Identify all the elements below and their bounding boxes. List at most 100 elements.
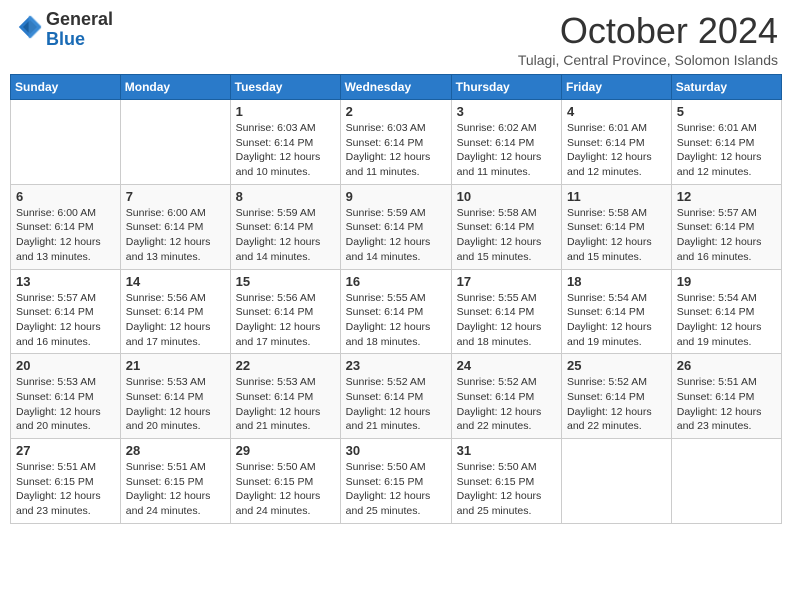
calendar-cell: 22 Sunrise: 5:53 AM Sunset: 6:14 PM Dayli…	[230, 354, 340, 439]
calendar-cell: 28 Sunrise: 5:51 AM Sunset: 6:15 PM Dayli…	[120, 439, 230, 524]
day-info: Sunrise: 5:57 AM Sunset: 6:14 PM Dayligh…	[16, 291, 115, 350]
day-info: Sunrise: 5:59 AM Sunset: 6:14 PM Dayligh…	[346, 206, 446, 265]
day-number: 29	[236, 443, 335, 458]
logo: General Blue	[14, 10, 113, 50]
calendar-cell	[562, 439, 672, 524]
day-number: 5	[677, 104, 776, 119]
calendar-cell: 30 Sunrise: 5:50 AM Sunset: 6:15 PM Dayli…	[340, 439, 451, 524]
day-info: Sunrise: 5:51 AM Sunset: 6:14 PM Dayligh…	[677, 375, 776, 434]
day-info: Sunrise: 6:03 AM Sunset: 6:14 PM Dayligh…	[236, 121, 335, 180]
calendar-cell	[120, 100, 230, 185]
day-of-week-header: Wednesday	[340, 75, 451, 100]
day-number: 16	[346, 274, 446, 289]
day-number: 20	[16, 358, 115, 373]
day-number: 10	[457, 189, 556, 204]
day-number: 13	[16, 274, 115, 289]
day-info: Sunrise: 5:51 AM Sunset: 6:15 PM Dayligh…	[126, 460, 225, 519]
day-info: Sunrise: 5:53 AM Sunset: 6:14 PM Dayligh…	[126, 375, 225, 434]
day-number: 3	[457, 104, 556, 119]
day-info: Sunrise: 5:53 AM Sunset: 6:14 PM Dayligh…	[16, 375, 115, 434]
day-info: Sunrise: 6:01 AM Sunset: 6:14 PM Dayligh…	[567, 121, 666, 180]
calendar-cell: 11Sunrise: 5:58 AM Sunset: 6:14 PM Dayli…	[562, 184, 672, 269]
calendar-cell: 19 Sunrise: 5:54 AM Sunset: 6:14 PM Dayli…	[671, 269, 781, 354]
page-header: General Blue October 2024 Tulagi, Centra…	[10, 10, 782, 68]
title-block: October 2024 Tulagi, Central Province, S…	[518, 10, 778, 68]
day-number: 19	[677, 274, 776, 289]
day-number: 28	[126, 443, 225, 458]
calendar-cell: 24 Sunrise: 5:52 AM Sunset: 6:14 PM Dayli…	[451, 354, 561, 439]
calendar-cell: 1Sunrise: 6:03 AM Sunset: 6:14 PM Daylig…	[230, 100, 340, 185]
logo-general-text: General	[46, 9, 113, 29]
calendar-week-row: 6Sunrise: 6:00 AM Sunset: 6:14 PM Daylig…	[11, 184, 782, 269]
day-info: Sunrise: 6:01 AM Sunset: 6:14 PM Dayligh…	[677, 121, 776, 180]
calendar-week-row: 13 Sunrise: 5:57 AM Sunset: 6:14 PM Dayli…	[11, 269, 782, 354]
day-info: Sunrise: 5:52 AM Sunset: 6:14 PM Dayligh…	[346, 375, 446, 434]
day-number: 18	[567, 274, 666, 289]
day-of-week-header: Friday	[562, 75, 672, 100]
day-number: 4	[567, 104, 666, 119]
day-info: Sunrise: 5:55 AM Sunset: 6:14 PM Dayligh…	[346, 291, 446, 350]
logo-blue-text: Blue	[46, 29, 85, 49]
calendar-week-row: 1Sunrise: 6:03 AM Sunset: 6:14 PM Daylig…	[11, 100, 782, 185]
calendar-cell: 10 Sunrise: 5:58 AM Sunset: 6:14 PM Dayli…	[451, 184, 561, 269]
calendar-cell: 14Sunrise: 5:56 AM Sunset: 6:14 PM Dayli…	[120, 269, 230, 354]
calendar-header-row: SundayMondayTuesdayWednesdayThursdayFrid…	[11, 75, 782, 100]
day-number: 24	[457, 358, 556, 373]
day-of-week-header: Sunday	[11, 75, 121, 100]
calendar-cell: 21 Sunrise: 5:53 AM Sunset: 6:14 PM Dayli…	[120, 354, 230, 439]
calendar-cell: 25Sunrise: 5:52 AM Sunset: 6:14 PM Dayli…	[562, 354, 672, 439]
day-info: Sunrise: 5:50 AM Sunset: 6:15 PM Dayligh…	[236, 460, 335, 519]
day-number: 17	[457, 274, 556, 289]
day-info: Sunrise: 5:51 AM Sunset: 6:15 PM Dayligh…	[16, 460, 115, 519]
day-info: Sunrise: 5:54 AM Sunset: 6:14 PM Dayligh…	[567, 291, 666, 350]
day-number: 30	[346, 443, 446, 458]
day-info: Sunrise: 6:02 AM Sunset: 6:14 PM Dayligh…	[457, 121, 556, 180]
day-number: 21	[126, 358, 225, 373]
day-number: 26	[677, 358, 776, 373]
calendar-cell: 6Sunrise: 6:00 AM Sunset: 6:14 PM Daylig…	[11, 184, 121, 269]
calendar-cell: 31 Sunrise: 5:50 AM Sunset: 6:15 PM Dayli…	[451, 439, 561, 524]
month-title: October 2024	[518, 10, 778, 52]
day-of-week-header: Thursday	[451, 75, 561, 100]
day-info: Sunrise: 6:00 AM Sunset: 6:14 PM Dayligh…	[126, 206, 225, 265]
day-info: Sunrise: 5:55 AM Sunset: 6:14 PM Dayligh…	[457, 291, 556, 350]
day-info: Sunrise: 5:58 AM Sunset: 6:14 PM Dayligh…	[567, 206, 666, 265]
day-number: 22	[236, 358, 335, 373]
day-number: 31	[457, 443, 556, 458]
day-info: Sunrise: 5:52 AM Sunset: 6:14 PM Dayligh…	[567, 375, 666, 434]
day-info: Sunrise: 5:50 AM Sunset: 6:15 PM Dayligh…	[457, 460, 556, 519]
day-info: Sunrise: 5:50 AM Sunset: 6:15 PM Dayligh…	[346, 460, 446, 519]
day-number: 9	[346, 189, 446, 204]
calendar-cell: 9 Sunrise: 5:59 AM Sunset: 6:14 PM Daylig…	[340, 184, 451, 269]
day-number: 12	[677, 189, 776, 204]
day-info: Sunrise: 5:59 AM Sunset: 6:14 PM Dayligh…	[236, 206, 335, 265]
calendar-cell: 5 Sunrise: 6:01 AM Sunset: 6:14 PM Daylig…	[671, 100, 781, 185]
calendar-cell: 23Sunrise: 5:52 AM Sunset: 6:14 PM Dayli…	[340, 354, 451, 439]
day-info: Sunrise: 5:58 AM Sunset: 6:14 PM Dayligh…	[457, 206, 556, 265]
calendar-cell: 12Sunrise: 5:57 AM Sunset: 6:14 PM Dayli…	[671, 184, 781, 269]
day-info: Sunrise: 5:52 AM Sunset: 6:14 PM Dayligh…	[457, 375, 556, 434]
calendar-week-row: 20 Sunrise: 5:53 AM Sunset: 6:14 PM Dayli…	[11, 354, 782, 439]
calendar-table: SundayMondayTuesdayWednesdayThursdayFrid…	[10, 74, 782, 524]
day-info: Sunrise: 5:53 AM Sunset: 6:14 PM Dayligh…	[236, 375, 335, 434]
calendar-cell: 3 Sunrise: 6:02 AM Sunset: 6:14 PM Daylig…	[451, 100, 561, 185]
day-info: Sunrise: 5:56 AM Sunset: 6:14 PM Dayligh…	[126, 291, 225, 350]
calendar-cell: 17 Sunrise: 5:55 AM Sunset: 6:14 PM Dayli…	[451, 269, 561, 354]
calendar-cell: 20 Sunrise: 5:53 AM Sunset: 6:14 PM Dayli…	[11, 354, 121, 439]
logo-icon	[16, 13, 44, 41]
calendar-cell: 29 Sunrise: 5:50 AM Sunset: 6:15 PM Dayli…	[230, 439, 340, 524]
calendar-cell: 27Sunrise: 5:51 AM Sunset: 6:15 PM Dayli…	[11, 439, 121, 524]
calendar-cell: 8Sunrise: 5:59 AM Sunset: 6:14 PM Daylig…	[230, 184, 340, 269]
calendar-cell	[671, 439, 781, 524]
calendar-week-row: 27Sunrise: 5:51 AM Sunset: 6:15 PM Dayli…	[11, 439, 782, 524]
day-info: Sunrise: 6:03 AM Sunset: 6:14 PM Dayligh…	[346, 121, 446, 180]
calendar-cell: 18 Sunrise: 5:54 AM Sunset: 6:14 PM Dayli…	[562, 269, 672, 354]
day-info: Sunrise: 5:54 AM Sunset: 6:14 PM Dayligh…	[677, 291, 776, 350]
calendar-cell: 2 Sunrise: 6:03 AM Sunset: 6:14 PM Daylig…	[340, 100, 451, 185]
day-of-week-header: Tuesday	[230, 75, 340, 100]
day-info: Sunrise: 6:00 AM Sunset: 6:14 PM Dayligh…	[16, 206, 115, 265]
calendar-cell: 13 Sunrise: 5:57 AM Sunset: 6:14 PM Dayli…	[11, 269, 121, 354]
location-title: Tulagi, Central Province, Solomon Island…	[518, 52, 778, 68]
day-number: 7	[126, 189, 225, 204]
day-number: 2	[346, 104, 446, 119]
